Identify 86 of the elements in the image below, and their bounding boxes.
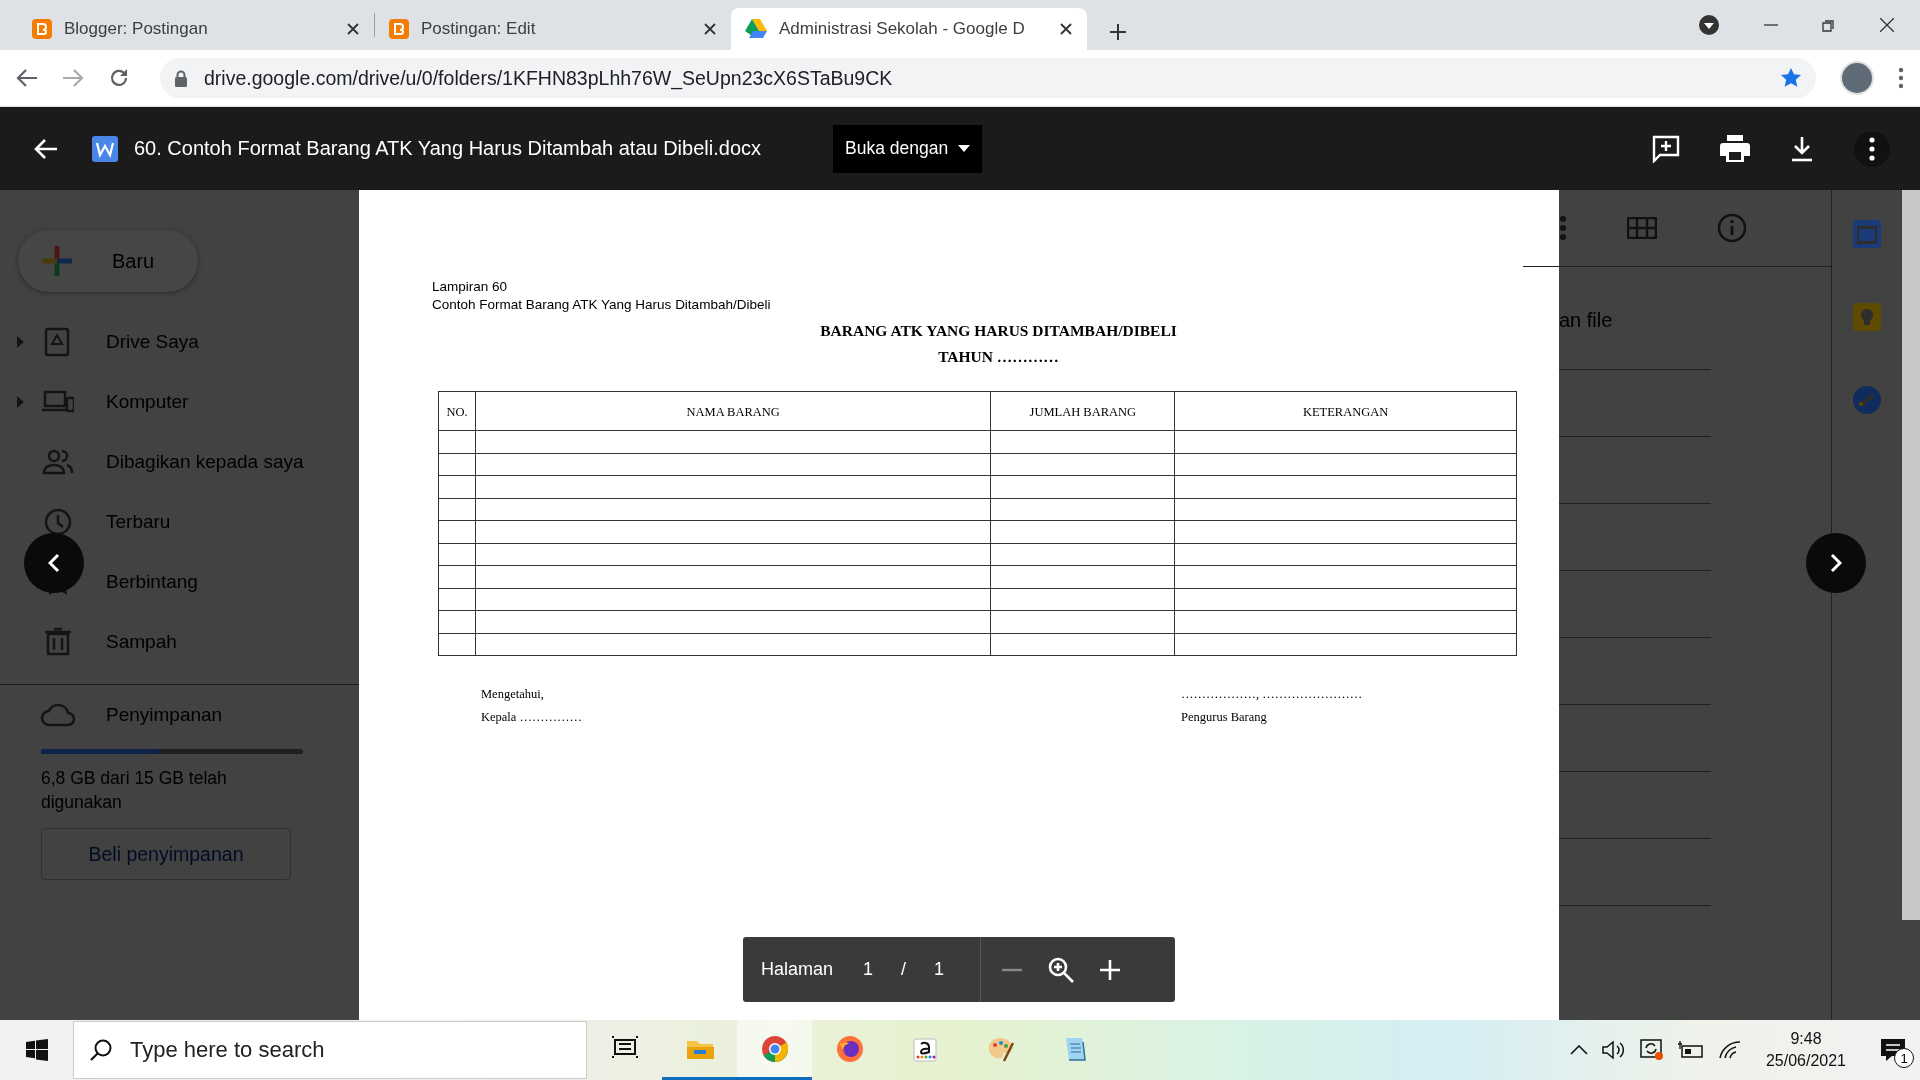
drive-icon	[745, 19, 767, 39]
page-total: 1	[934, 959, 945, 980]
restore-icon[interactable]	[1822, 18, 1836, 32]
page-label: Halaman	[761, 959, 834, 980]
chevron-right-icon	[1830, 553, 1842, 573]
download-icon[interactable]	[1790, 135, 1814, 162]
menu-icon[interactable]	[1898, 67, 1904, 89]
clock-icon	[42, 507, 74, 537]
avatar[interactable]	[1840, 61, 1874, 95]
document-text: Contoh Format Barang ATK Yang Harus Ditambah/Dibeli	[432, 296, 772, 314]
blogger-icon	[389, 19, 409, 39]
search-icon	[89, 1038, 113, 1062]
people-icon	[42, 447, 74, 477]
empty-table-cell	[438, 498, 476, 521]
back-icon[interactable]	[16, 68, 38, 88]
file-title: 60. Contoh Format Barang ATK Yang Harus Ditambah atau Dibeli.docx	[134, 137, 761, 160]
trash-icon	[42, 627, 74, 657]
document-text: Lampiran 60	[432, 278, 509, 296]
chevron-up-icon[interactable]	[1569, 1045, 1588, 1055]
cloud-icon	[40, 703, 76, 727]
notification-count: 1	[1894, 1048, 1914, 1068]
empty-table-cell	[438, 543, 476, 566]
nav-item[interactable]: Dibagikan kepada saya	[0, 432, 359, 492]
new-button[interactable]: Baru	[18, 230, 198, 292]
empty-table-cell	[438, 588, 476, 611]
storage-label[interactable]: Penyimpanan	[106, 704, 223, 726]
firefox-icon	[835, 1034, 864, 1063]
signature-text: Mengetahui,	[481, 686, 545, 703]
empty-table-cell	[438, 610, 476, 633]
nav-item[interactable]: Drive Saya	[0, 312, 359, 372]
dropdown-icon[interactable]	[1698, 14, 1720, 36]
empty-table-cell	[438, 520, 476, 543]
word-document-icon	[92, 135, 118, 162]
nav-item[interactable]: Terbaru	[0, 492, 359, 552]
clock-time[interactable]: 9:48	[1790, 1028, 1822, 1050]
column-heading: an file	[1559, 309, 1614, 333]
star-icon[interactable]	[1780, 67, 1802, 89]
empty-table-cell	[438, 475, 476, 498]
storage-usage-text: 6,8 GB dari 15 GB telah digunakan	[41, 767, 228, 814]
clock-date[interactable]: 25/06/2021	[1765, 1050, 1846, 1072]
browser-tab[interactable]: Blogger: Postingan	[18, 8, 374, 50]
caret-icon	[958, 145, 971, 152]
open-with-button[interactable]: Buka dengan	[833, 124, 983, 173]
blogger-icon	[32, 19, 52, 39]
close-icon[interactable]	[1880, 18, 1894, 32]
add-comment-icon[interactable]	[1652, 134, 1680, 163]
column-header: NAMA BARANG	[475, 391, 991, 431]
signature-text: ………………, ……………………	[1181, 686, 1364, 703]
nav-item[interactable]: Sampah	[0, 612, 359, 672]
empty-table-cell	[438, 633, 476, 656]
chevron-left-icon	[48, 553, 60, 573]
windows-logo-icon	[25, 1039, 48, 1061]
zoom-icon[interactable]	[1047, 955, 1076, 984]
close-icon[interactable]	[346, 22, 360, 36]
plus-icon	[40, 244, 74, 278]
chrome-icon	[760, 1034, 789, 1063]
signature-text: Pengurus Barang	[1181, 709, 1268, 726]
document-subtitle: TAHUN …………	[937, 347, 1060, 367]
new-tab-icon[interactable]	[1109, 23, 1127, 41]
signature-text: Kepala ……………	[481, 709, 584, 726]
battery-icon[interactable]	[1677, 1040, 1704, 1060]
lock-icon	[174, 69, 188, 87]
document-title: BARANG ATK YANG HARUS DITAMBAH/DIBELI	[819, 321, 1178, 341]
address-bar[interactable]: drive.google.com/drive/u/0/folders/1KFHN83pLhh76W_SeUpn23cX6STaBu9CK	[160, 58, 1816, 98]
browser-tab[interactable]: Administrasi Sekolah - Google D	[731, 8, 1087, 50]
page-separator: /	[901, 959, 907, 980]
close-icon[interactable]	[1059, 22, 1073, 36]
column-header: KETERANGAN	[1174, 391, 1517, 431]
column-header: JUMLAH BARANG	[990, 391, 1175, 431]
reload-icon[interactable]	[108, 67, 130, 89]
nav-item[interactable]: Komputer	[0, 372, 359, 432]
close-icon[interactable]	[703, 22, 717, 36]
buy-storage-button[interactable]: Beli penyimpanan	[41, 828, 291, 880]
empty-table-cell	[438, 453, 476, 476]
scrollbar[interactable]	[1902, 190, 1920, 920]
page-number[interactable]: 1	[863, 959, 874, 980]
print-icon[interactable]	[1720, 134, 1750, 163]
speaker-icon[interactable]	[1601, 1040, 1626, 1060]
column-header: NO.	[438, 391, 476, 431]
empty-table-cell	[438, 430, 476, 453]
empty-table-cell	[438, 565, 476, 588]
browser-tab[interactable]: Postingan: Edit	[375, 8, 731, 50]
search-field[interactable]: Type here to search	[73, 1021, 587, 1079]
more-icon[interactable]	[1854, 130, 1890, 167]
sync-icon[interactable]	[1639, 1039, 1664, 1061]
wifi-icon[interactable]	[1717, 1040, 1742, 1060]
